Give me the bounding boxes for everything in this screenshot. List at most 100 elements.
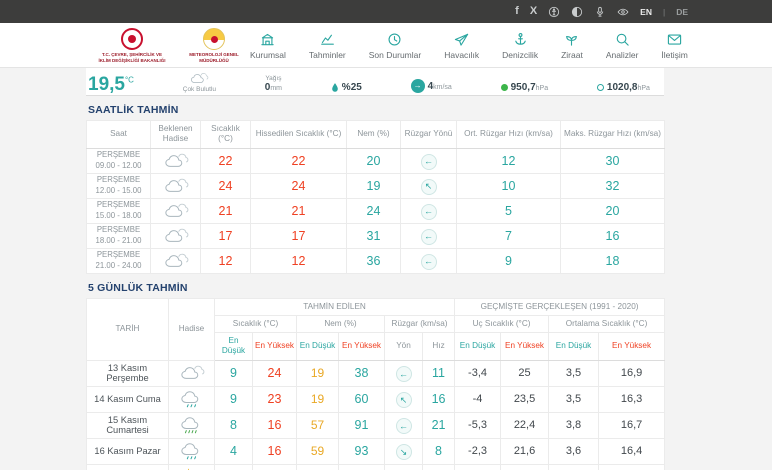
wind-max-cell: 20 <box>561 198 665 223</box>
temp-min-cell: 9 <box>215 386 253 412</box>
col-ext-max: En Yüksek <box>501 333 549 361</box>
wind-direction-icon: ↖ <box>421 179 437 195</box>
current-conditions-strip: 19,5°C Çok Bulutlu Yağış 0mm %25 → 4km/s… <box>86 68 664 96</box>
col-hum-min: En Düşük <box>297 333 339 361</box>
avg-min-cell: 3,5 <box>549 386 599 412</box>
green-dot-icon <box>501 84 508 91</box>
wind-max-cell: 16 <box>561 223 665 248</box>
wind-direction-icon: ↖ <box>396 392 412 408</box>
cloudy-icon <box>188 71 210 86</box>
wind-direction-icon: ← <box>421 204 437 220</box>
daily-header-row-1: TARİH Hadise TAHMİN EDİLEN GEÇMİŞTE GERÇ… <box>87 298 665 315</box>
hum-max-cell: 38 <box>339 360 385 386</box>
temp-cell: 17 <box>201 223 251 248</box>
subgroup-sicaklik: Sıcaklık (°C) <box>215 315 297 332</box>
col-ext-min: En Düşük <box>455 333 501 361</box>
nav-item-kurumsal[interactable]: Kurumsal <box>250 32 286 60</box>
humidity-cell: 31 <box>347 223 401 248</box>
wind-max-cell: 32 <box>561 173 665 198</box>
hourly-row: PERŞEMBE21.00 - 24.00 12 12 36 ← 9 18 <box>87 248 665 273</box>
mgm-logo[interactable]: METEOROLOJİ GENEL MÜDÜRLÜĞÜ <box>178 28 250 64</box>
nav-item-havacilik[interactable]: Havacılık <box>444 32 479 60</box>
wind-direction-icon: → <box>411 79 425 93</box>
col-nem: Nem (%) <box>347 121 401 149</box>
lang-en-button[interactable]: EN <box>640 7 652 17</box>
avg-max-cell: 16,9 <box>599 360 665 386</box>
x-twitter-icon[interactable]: X <box>530 6 537 17</box>
ministry-logo[interactable]: T.C. ÇEVRE, ŞEHİRCİLİK VE İKLİM DEĞİŞİKL… <box>96 28 168 64</box>
cloudy-icon <box>162 226 190 246</box>
nav-item-tahminler[interactable]: Tahminler <box>309 32 346 60</box>
rain-icon <box>178 389 206 409</box>
sea-level-pressure: 1020,8hPa <box>597 82 650 93</box>
daily-row: 13 Kasım Perşembe 9 24 19 38 ← 11 -3,4 2… <box>87 360 665 386</box>
hourly-header-row: Saat Beklenen Hadise Sıcaklık (°C) Hisse… <box>87 121 665 149</box>
subgroup-uc-sicaklik: Uç Sıcaklık (°C) <box>455 315 549 332</box>
hourly-row: PERŞEMBE12.00 - 15.00 24 24 19 ↖ 10 32 <box>87 173 665 198</box>
temp-max-cell: 16 <box>253 412 297 438</box>
ext-max-cell: 22,4 <box>501 412 549 438</box>
col-hadise: Beklenen Hadise <box>151 121 201 149</box>
date-cell: 14 Kasım Cuma <box>87 386 169 412</box>
precip-label: Yağış <box>265 75 281 82</box>
feels-cell: 21 <box>251 198 347 223</box>
nav-item-ziraat[interactable]: Ziraat <box>561 32 583 60</box>
current-temperature: 19,5°C <box>88 76 134 93</box>
col-ort-ruzgar: Ort. Rüzgar Hızı (km/sa) <box>457 121 561 149</box>
subgroup-ortalama-sicaklik: Ortalama Sıcaklık (°C) <box>549 315 665 332</box>
group-tahmin-edilen: TAHMİN EDİLEN <box>215 298 455 315</box>
date-cell: 17 Kasım Pazartesi <box>87 464 169 470</box>
wind-direction-icon: ← <box>396 418 412 434</box>
ext-min-cell: -3,4 <box>455 360 501 386</box>
wind-avg-cell: 12 <box>457 148 561 173</box>
nav-label: Son Durumlar <box>369 50 421 60</box>
col-ruzgar-yonu: Rüzgar Yönü <box>401 121 457 149</box>
daily-row: 14 Kasım Cuma 9 23 19 60 ↖ 16 -4 23,5 3,… <box>87 386 665 412</box>
cloudy-icon <box>162 201 190 221</box>
nav-item-denizcilik[interactable]: Denizcilik <box>502 32 538 60</box>
nav-item-iletisim[interactable]: İletişim <box>661 32 687 60</box>
daily-forecast-table: TARİH Hadise TAHMİN EDİLEN GEÇMİŞTE GERÇ… <box>86 298 665 470</box>
wind-avg-cell: 7 <box>457 223 561 248</box>
ministry-logo-caption: T.C. ÇEVRE, ŞEHİRCİLİK VE İKLİM DEĞİŞİKL… <box>96 52 168 64</box>
facebook-icon[interactable]: f <box>515 6 519 17</box>
hum-min-cell: 19 <box>297 360 339 386</box>
condition-cell <box>151 248 201 273</box>
avg-min-cell: 3,6 <box>549 438 599 464</box>
col-maks-ruzgar: Maks. Rüzgar Hızı (km/sa) <box>561 121 665 149</box>
temp-cell: 22 <box>201 148 251 173</box>
wind-avg-cell: 9 <box>457 248 561 273</box>
condition-cell <box>169 412 215 438</box>
wind-direction-icon: ← <box>421 229 437 245</box>
main-nav: Kurumsal Tahminler Son Durumlar Havacılı… <box>250 32 688 60</box>
microphone-icon[interactable] <box>594 6 606 18</box>
temp-min-cell: 0 <box>215 464 253 470</box>
daily-row: 15 Kasım Cumartesi 8 16 57 91 ← 21 -5,3 … <box>87 412 665 438</box>
current-condition: Çok Bulutlu <box>183 71 216 94</box>
wind-dir-cell: ← <box>401 148 457 173</box>
hourly-forecast-table: Saat Beklenen Hadise Sıcaklık (°C) Hisse… <box>86 120 665 274</box>
temp-max-cell: 15 <box>253 464 297 470</box>
date-cell: 13 Kasım Perşembe <box>87 360 169 386</box>
hum-max-cell: 93 <box>339 438 385 464</box>
rain-icon <box>178 441 206 461</box>
anchor-icon <box>513 32 528 47</box>
time-cell: PERŞEMBE09.00 - 12.00 <box>87 148 151 173</box>
eye-icon[interactable] <box>617 6 629 18</box>
ext-min-cell: -2,3 <box>455 438 501 464</box>
contrast-icon[interactable] <box>571 6 583 18</box>
wind-max-cell: 30 <box>561 148 665 173</box>
wind-direction-icon: ← <box>421 254 437 270</box>
wind-direction-icon: ↘ <box>396 444 412 460</box>
time-cell: PERŞEMBE18.00 - 21.00 <box>87 223 151 248</box>
accessibility-icon[interactable] <box>548 6 560 18</box>
wind-direction-icon: ← <box>421 154 437 170</box>
nav-item-analizler[interactable]: Analizler <box>606 32 639 60</box>
col-hissedilen: Hissedilen Sıcaklık (°C) <box>251 121 347 149</box>
wind-dir-cell: ← <box>385 412 423 438</box>
lang-de-button[interactable]: DE <box>676 7 688 17</box>
nav-item-son-durumlar[interactable]: Son Durumlar <box>369 32 421 60</box>
nav-label: İletişim <box>661 50 687 60</box>
hourly-section-title: SAATLİK TAHMİN <box>88 104 664 116</box>
humidity: %25 <box>331 82 362 93</box>
